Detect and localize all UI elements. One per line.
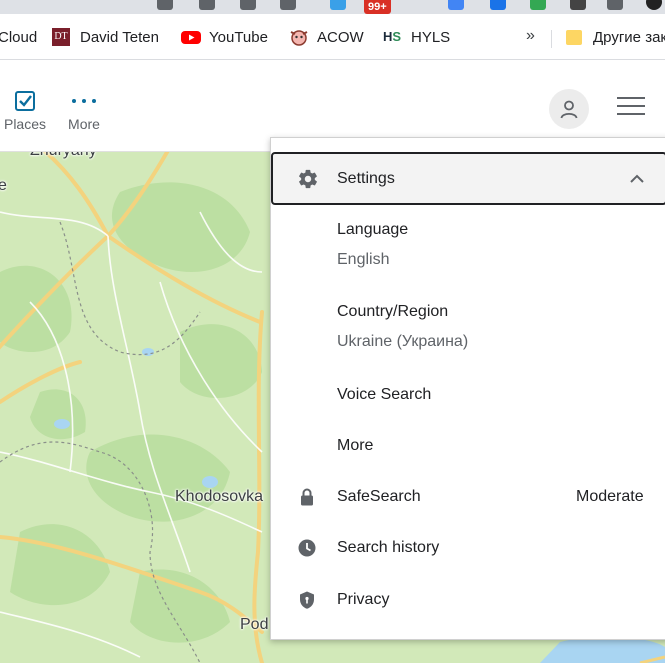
bookmark-youtube[interactable]: YouTube — [181, 25, 268, 49]
extension-icon[interactable] — [530, 0, 546, 10]
extension-icon[interactable] — [490, 0, 506, 10]
extension-icon[interactable] — [240, 0, 256, 10]
voice-search-item[interactable]: Voice Search — [337, 386, 431, 404]
settings-title: Settings — [337, 170, 395, 187]
map-label-zhuryany: Zhuryany — [30, 152, 97, 160]
search-history-item[interactable]: Search history — [337, 539, 439, 557]
bookmark-cloud[interactable]: Cloud — [0, 25, 37, 49]
lock-icon — [301, 488, 313, 506]
more-settings-item[interactable]: More — [337, 437, 373, 455]
bookmark-hyls[interactable]: HS HYLS — [383, 25, 450, 49]
more-dots-icon — [60, 90, 108, 112]
bookmarks-divider — [551, 30, 552, 48]
bookmark-label: YouTube — [209, 28, 268, 46]
bookmarks-bar: Cloud DT David Teten YouTube ACOW HS HYL… — [0, 14, 665, 60]
profile-icon[interactable] — [646, 0, 662, 10]
bookmark-acow[interactable]: ACOW — [289, 25, 364, 49]
bookmark-label: Другие зак — [593, 28, 665, 46]
checkbox-icon — [0, 90, 53, 112]
bookmark-label: David Teten — [80, 28, 159, 46]
extension-icon[interactable] — [570, 0, 586, 10]
youtube-icon — [181, 28, 201, 46]
nav-label: More — [68, 116, 100, 132]
shield-icon — [300, 591, 314, 609]
hamburger-menu-button[interactable] — [617, 97, 645, 121]
star-icon[interactable] — [280, 0, 296, 10]
privacy-item[interactable]: Privacy — [337, 591, 389, 609]
settings-header[interactable]: Settings — [271, 152, 665, 205]
clock-icon — [298, 539, 316, 557]
nav-places[interactable]: Places — [0, 90, 53, 132]
home-icon[interactable] — [607, 0, 623, 10]
gear-icon — [299, 169, 317, 189]
hyls-favicon: HS — [383, 29, 402, 44]
nav-label: Places — [3, 116, 47, 132]
chevron-up-icon[interactable] — [629, 172, 645, 184]
extension-icon[interactable] — [199, 0, 215, 10]
nav-more[interactable]: More — [60, 90, 108, 132]
dt-favicon: DT — [52, 28, 70, 46]
notification-badge: 99+ — [364, 0, 391, 14]
extension-icon[interactable] — [448, 0, 464, 10]
bookmarks-overflow-chevron[interactable]: » — [526, 27, 535, 45]
extension-icon[interactable] — [157, 0, 173, 10]
tab-strip: 99+ — [0, 0, 665, 14]
language-value[interactable]: English — [337, 251, 389, 269]
bookmark-david-teten[interactable]: DT David Teten — [52, 25, 159, 49]
language-label[interactable]: Language — [337, 221, 408, 239]
acow-favicon — [289, 28, 308, 46]
bookmark-label: ACOW — [317, 28, 364, 46]
settings-dropdown: Settings Language English Country/Region… — [270, 137, 665, 640]
map-label-khodosovka: Khodosovka — [175, 488, 264, 505]
bookmark-label: Cloud — [0, 28, 38, 46]
folder-icon — [565, 28, 583, 46]
safesearch-value[interactable]: Moderate — [576, 488, 644, 506]
map-label-pod: Pod — [240, 616, 269, 633]
user-icon — [560, 100, 578, 119]
region-label[interactable]: Country/Region — [337, 303, 448, 321]
region-value[interactable]: Ukraine (Украина) — [337, 333, 468, 351]
bookmark-other-folder[interactable]: Другие зак — [565, 25, 665, 49]
bookmark-label: HYLS — [411, 28, 451, 46]
extension-icon[interactable] — [330, 0, 346, 10]
account-button[interactable] — [549, 89, 589, 129]
safesearch-item[interactable]: SafeSearch — [337, 488, 421, 506]
map-label-partial: e — [0, 177, 7, 194]
